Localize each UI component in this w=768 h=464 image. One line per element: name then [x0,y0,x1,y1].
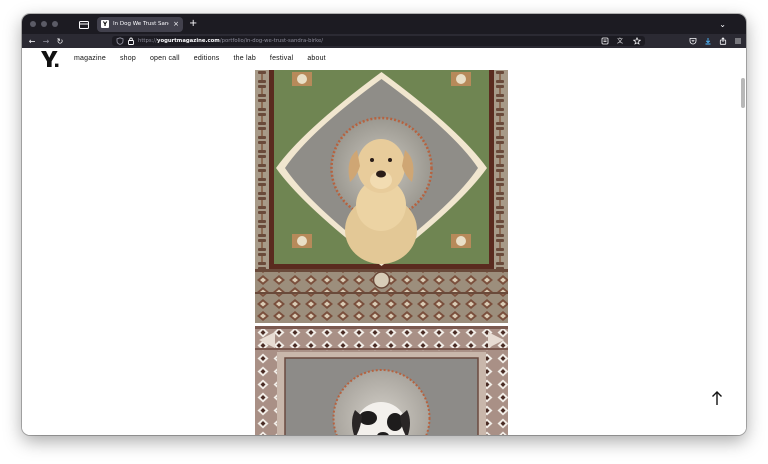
window-controls [30,21,58,27]
yogurt-logo[interactable] [40,49,60,69]
nav-link-open-call[interactable]: open call [150,55,180,62]
tracking-shield-icon[interactable] [116,37,124,45]
tab-strip: Y In Dog We Trust Sandra Birke | × + ⌄ [22,14,746,34]
tab-title: In Dog We Trust Sandra Birke | [113,21,169,27]
arrow-up-icon[interactable] [710,390,724,406]
browser-window: Y In Dog We Trust Sandra Birke | × + ⌄ ←… [22,14,746,435]
url-text[interactable]: https://yogurtmagazine.com/portfolio/in-… [138,38,323,44]
back-icon[interactable]: ← [25,34,39,48]
downloads-icon[interactable] [704,37,712,45]
tab-active[interactable]: Y In Dog We Trust Sandra Birke | × [97,16,183,32]
svg-text:文: 文 [617,37,623,45]
new-tab-icon[interactable]: + [189,19,197,29]
navigation-toolbar: ← → ↻ https://yogurtmagazine.com/portfol… [22,34,746,48]
tab-close-icon[interactable]: × [173,20,179,28]
nav-link-editions[interactable]: editions [194,55,220,62]
close-window-button[interactable] [30,21,36,27]
list-all-tabs-icon[interactable]: ⌄ [719,20,726,29]
url-prefix: https:// [138,38,157,44]
url-domain: yogurtmagazine.com [157,38,220,44]
minimize-window-button[interactable] [41,21,47,27]
tab-overview-icon[interactable] [78,18,90,30]
scrollbar-thumb[interactable] [741,78,745,108]
nav-link-shop[interactable]: shop [120,55,136,62]
bookmark-star-icon[interactable] [633,37,641,45]
desktop: Y In Dog We Trust Sandra Birke | × + ⌄ ←… [0,0,768,464]
translate-icon[interactable]: 文 [617,37,625,45]
nav-link-the-lab[interactable]: the lab [234,55,256,62]
site-navigation: magazine shop open call editions the lab… [74,55,326,62]
nav-link-magazine[interactable]: magazine [74,55,106,62]
app-menu-icon[interactable] [734,37,742,45]
page-scrollbar[interactable] [740,48,746,435]
share-icon[interactable] [719,37,727,45]
maximize-window-button[interactable] [52,21,58,27]
reload-icon[interactable]: ↻ [53,34,67,48]
address-bar[interactable]: https://yogurtmagazine.com/portfolio/in-… [112,36,645,46]
artwork-great-dane-image [255,326,508,435]
nav-link-about[interactable]: about [307,55,326,62]
site-favicon-icon: Y [101,20,109,28]
artwork-labrador-image [255,70,508,323]
url-path: /portfolio/in-dog-we-trust-sandra-birke/ [219,38,324,44]
nav-link-festival[interactable]: festival [270,55,293,62]
lock-icon[interactable] [127,37,135,45]
pocket-icon[interactable] [689,37,697,45]
forward-icon[interactable]: → [39,34,53,48]
web-page: magazine shop open call editions the lab… [22,48,746,435]
reader-view-icon[interactable] [601,37,609,45]
